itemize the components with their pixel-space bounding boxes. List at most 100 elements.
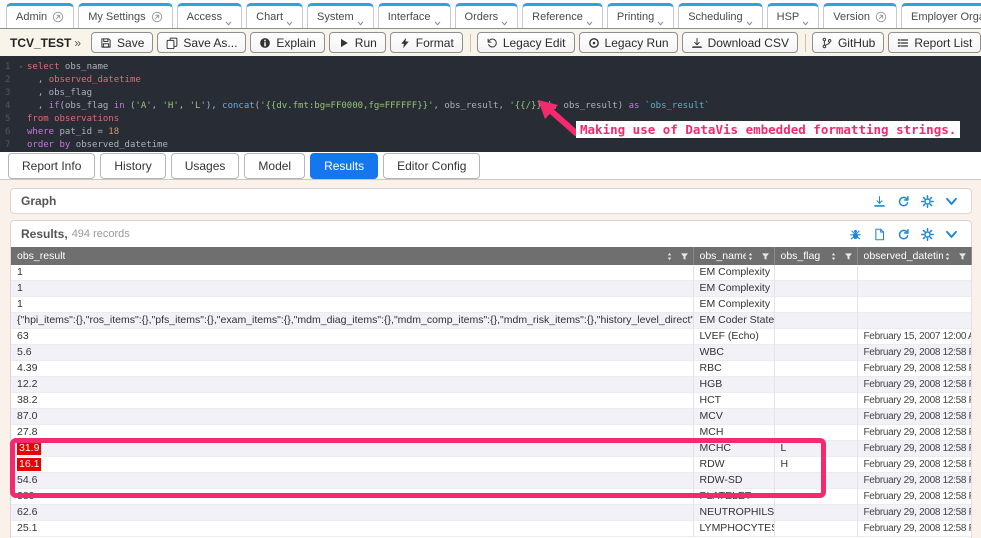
tab-model[interactable]: Model	[244, 153, 305, 179]
table-row[interactable]: 87.0MCVFebruary 29, 2008 12:58 PM	[11, 409, 971, 425]
table-row[interactable]: 54.6RDW-SDFebruary 29, 2008 12:58 PM	[11, 473, 971, 489]
cell-obs-flag	[774, 393, 857, 409]
gear-icon[interactable]	[921, 195, 934, 208]
report-name-label: TCV_TEST	[10, 36, 71, 50]
tab-editor-config[interactable]: Editor Config	[383, 153, 480, 179]
column-header-icons	[665, 252, 689, 261]
chevron-down-icon[interactable]	[945, 195, 958, 208]
module-tab-label: Chart	[256, 11, 283, 23]
funnel-icon[interactable]	[958, 252, 967, 261]
table-row[interactable]: 389PLATELETFebruary 29, 2008 12:58 PM	[11, 489, 971, 505]
table-row[interactable]: 16.1RDWHFebruary 29, 2008 12:58 PM	[11, 457, 971, 473]
table-row[interactable]: 1EM Complexity	[11, 297, 971, 313]
copy-icon	[166, 37, 178, 49]
tab-report-info[interactable]: Report Info	[8, 153, 95, 179]
legacy-run-button[interactable]: Legacy Run	[579, 32, 678, 53]
external-link-icon[interactable]	[52, 11, 64, 23]
cell-obs-flag	[774, 505, 857, 521]
gear-icon[interactable]	[921, 228, 934, 241]
run-button[interactable]: Run	[329, 32, 386, 53]
cell-observed-datetime	[857, 297, 971, 313]
funnel-icon[interactable]	[761, 252, 770, 261]
abnormal-value-badge: 16.1	[17, 458, 41, 471]
cell-observed-datetime: February 29, 2008 12:58 PM	[857, 345, 971, 361]
funnel-icon[interactable]	[680, 252, 689, 261]
table-row[interactable]: 5.6WBCFebruary 29, 2008 12:58 PM	[11, 345, 971, 361]
column-header-obs_flag[interactable]: obs_flag	[774, 247, 857, 265]
info-icon	[259, 37, 271, 49]
module-tab-version[interactable]: Version	[823, 3, 897, 28]
tab-results[interactable]: Results	[310, 153, 378, 179]
table-row[interactable]: 62.6NEUTROPHILSFebruary 29, 2008 12:58 P…	[11, 505, 971, 521]
external-link-icon[interactable]	[875, 11, 887, 23]
explain-button[interactable]: Explain	[250, 32, 324, 53]
module-tab-orders[interactable]: Orders	[455, 3, 519, 28]
sort-icon[interactable]	[829, 252, 838, 261]
sort-icon[interactable]	[943, 252, 952, 261]
refresh-icon[interactable]	[897, 195, 910, 208]
table-row[interactable]: 4.39RBCFebruary 29, 2008 12:58 PM	[11, 361, 971, 377]
module-tab-printing[interactable]: Printing	[607, 3, 674, 28]
table-row[interactable]: 12.2HGBFebruary 29, 2008 12:58 PM	[11, 377, 971, 393]
results-panel-title: Results,	[21, 227, 68, 241]
button-label: Save	[117, 36, 144, 50]
table-row[interactable]: 1EM Complexity	[11, 281, 971, 297]
save-as-button[interactable]: Save As...	[157, 32, 246, 53]
tab-usages[interactable]: Usages	[171, 153, 240, 179]
refresh-icon[interactable]	[897, 228, 910, 241]
report-chevron[interactable]: »	[74, 36, 81, 50]
table-row[interactable]: 1EM Complexity	[11, 265, 971, 281]
cell-obs-name: MCHC	[693, 441, 774, 457]
module-tab-employer-organizations[interactable]: Employer Organizations	[901, 3, 981, 28]
cell-observed-datetime: February 29, 2008 12:58 PM	[857, 457, 971, 473]
tab-history[interactable]: History	[100, 153, 165, 179]
github-button[interactable]: GitHub	[812, 32, 884, 53]
funnel-icon[interactable]	[844, 252, 853, 261]
module-tab-hsp[interactable]: HSP	[767, 3, 820, 28]
fold-caret-icon[interactable]: ▾	[19, 61, 27, 74]
save-button[interactable]: Save	[91, 32, 153, 53]
sort-icon[interactable]	[665, 252, 674, 261]
bug-icon[interactable]	[849, 228, 862, 241]
cell-obs-name: EM Complexity	[693, 297, 774, 313]
module-tab-system[interactable]: System	[307, 3, 374, 28]
module-tab-label: Interface	[388, 11, 431, 23]
table-row[interactable]: 25.1LYMPHOCYTESFebruary 29, 2008 12:58 P…	[11, 521, 971, 537]
table-row[interactable]: {"hpi_items":{},"ros_items":{},"pfs_item…	[11, 313, 971, 329]
external-link-icon[interactable]	[151, 11, 163, 23]
button-label: Format	[416, 36, 454, 50]
cell-obs-result: 62.6	[11, 505, 693, 521]
sort-icon[interactable]	[746, 252, 755, 261]
cell-obs-name: MCH	[693, 425, 774, 441]
document-icon[interactable]	[873, 228, 886, 241]
chevron-down-icon[interactable]	[945, 228, 958, 241]
menu-caret-icon	[286, 20, 293, 27]
fold-gutter	[19, 113, 27, 126]
format-button[interactable]: Format	[390, 32, 463, 53]
report-list-button[interactable]: Report List	[888, 32, 981, 53]
table-row[interactable]: 27.8MCHFebruary 29, 2008 12:58 PM	[11, 425, 971, 441]
module-tab-chart[interactable]: Chart	[246, 3, 303, 28]
column-header-obs_name[interactable]: obs_name	[693, 247, 774, 265]
module-tab-reference[interactable]: Reference	[522, 3, 603, 28]
menu-caret-icon	[586, 20, 593, 27]
column-header-observed_datetime[interactable]: observed_datetime	[857, 247, 971, 265]
table-row[interactable]: 38.2HCTFebruary 29, 2008 12:58 PM	[11, 393, 971, 409]
floppy-icon	[100, 37, 112, 49]
module-tab-admin[interactable]: Admin	[6, 3, 74, 28]
table-row[interactable]: 31.9MCHCLFebruary 29, 2008 12:58 PM	[11, 441, 971, 457]
cell-obs-flag	[774, 281, 857, 297]
list-icon	[897, 37, 909, 49]
module-tab-scheduling[interactable]: Scheduling	[678, 3, 762, 28]
legacy-edit-button[interactable]: Legacy Edit	[477, 32, 575, 53]
download-icon[interactable]	[873, 195, 886, 208]
cell-obs-flag	[774, 265, 857, 281]
module-tab-access[interactable]: Access	[177, 3, 242, 28]
column-header-obs_result[interactable]: obs_result	[11, 247, 693, 265]
table-row[interactable]: 63LVEF (Echo)February 15, 2007 12:00 AM	[11, 329, 971, 345]
module-tab-interface[interactable]: Interface	[378, 3, 451, 28]
module-tab-my-settings[interactable]: My Settings	[78, 3, 172, 28]
app-window: AdminMy SettingsAccess Chart System Interfa…	[0, 0, 981, 538]
download-csv-button[interactable]: Download CSV	[682, 32, 798, 53]
button-label: Download CSV	[708, 36, 789, 50]
